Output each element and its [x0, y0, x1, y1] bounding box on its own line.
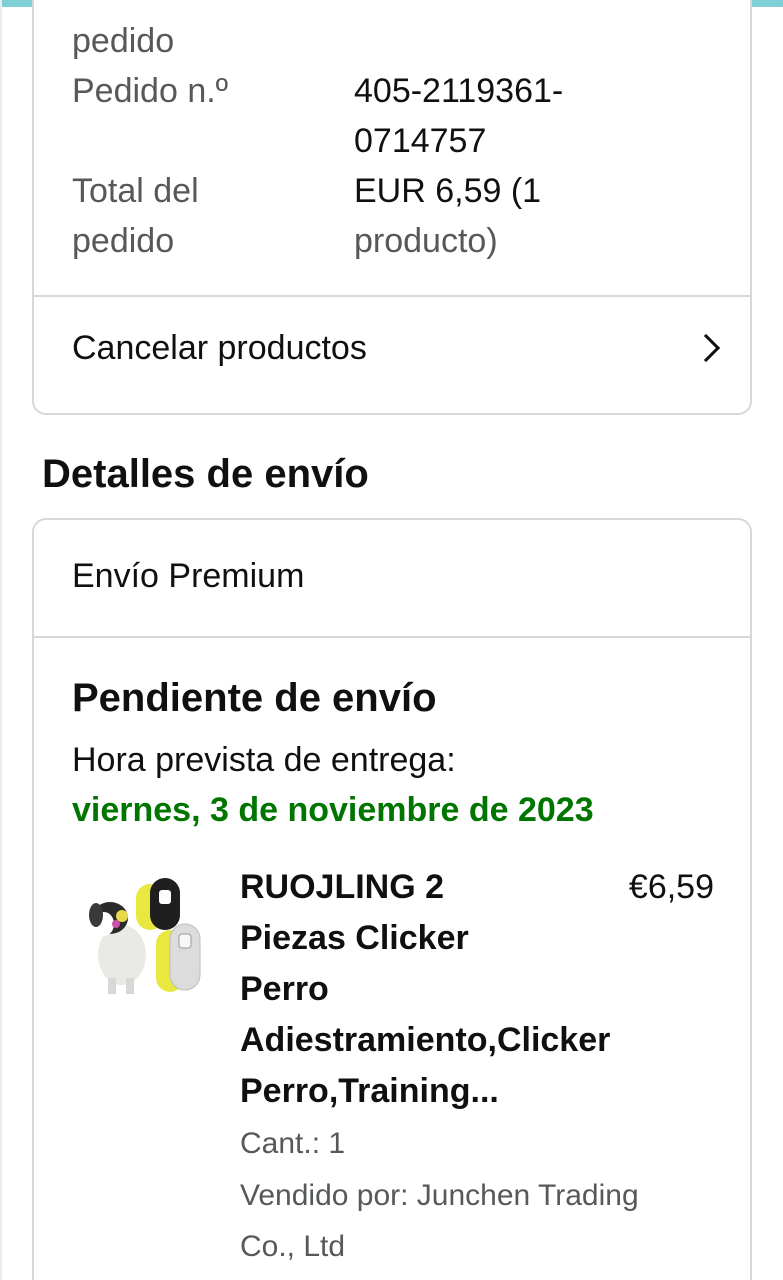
dog-ear-shape	[89, 903, 103, 927]
delivery-estimate-date: viernes, 3 de noviembre de 2023	[72, 791, 594, 829]
product-title[interactable]: RUOJLING 2 Piezas Clicker Perro Adiestra…	[240, 862, 660, 1117]
shipping-divider	[34, 636, 750, 638]
order-total-label-line2: pedido	[72, 222, 175, 260]
product-title-line: Perro,Training...	[240, 1072, 499, 1110]
product-title-line: Adiestramiento,Clicker	[240, 1021, 611, 1059]
dog-leg-shape	[108, 978, 116, 994]
summary-partial-label: pedido	[72, 22, 175, 60]
order-summary-card: pedido Pedido n.º 405-2119361- 0714757 T…	[32, 0, 752, 415]
order-total-value-line2: producto)	[354, 222, 498, 260]
order-number-value-line1: 405-2119361-	[354, 72, 564, 110]
shipping-method: Envío Premium	[72, 557, 305, 595]
chevron-right-icon	[691, 333, 721, 363]
product-title-line: Piezas Clicker	[240, 919, 469, 957]
shipping-card: Envío Premium Pendiente de envío Hora pr…	[32, 518, 752, 1280]
clicker-button-shape	[178, 933, 192, 949]
product-seller-line1: Vendido por: Junchen Trading	[240, 1179, 639, 1212]
product-title-line: RUOJLING 2	[240, 868, 445, 906]
dog-toy-shape	[116, 910, 128, 922]
order-total-value-line1: EUR 6,59 (1	[354, 172, 542, 210]
order-number-label: Pedido n.º	[72, 72, 229, 110]
dog-toy-shape	[112, 920, 120, 928]
dog-leg-shape	[126, 978, 134, 994]
order-number-value-line2: 0714757	[354, 122, 487, 160]
product-title-line: Perro	[240, 970, 329, 1008]
clicker-button-shape	[159, 890, 171, 904]
product-quantity: Cant.: 1	[240, 1127, 346, 1160]
product-price: €6,59	[628, 868, 714, 906]
order-total-label-line1: Total del	[72, 172, 199, 210]
shipping-details-heading: Detalles de envío	[42, 452, 369, 496]
left-edge-line	[0, 0, 2, 1280]
product-image[interactable]	[74, 860, 214, 1000]
cancel-products-button[interactable]: Cancelar productos	[34, 296, 750, 406]
delivery-estimate-label: Hora prevista de entrega:	[72, 741, 456, 779]
order-details-page: pedido Pedido n.º 405-2119361- 0714757 T…	[0, 0, 783, 1280]
cancel-products-label: Cancelar productos	[72, 329, 367, 367]
shipment-status: Pendiente de envío	[72, 676, 437, 720]
product-seller-line2: Co., Ltd	[240, 1230, 346, 1263]
